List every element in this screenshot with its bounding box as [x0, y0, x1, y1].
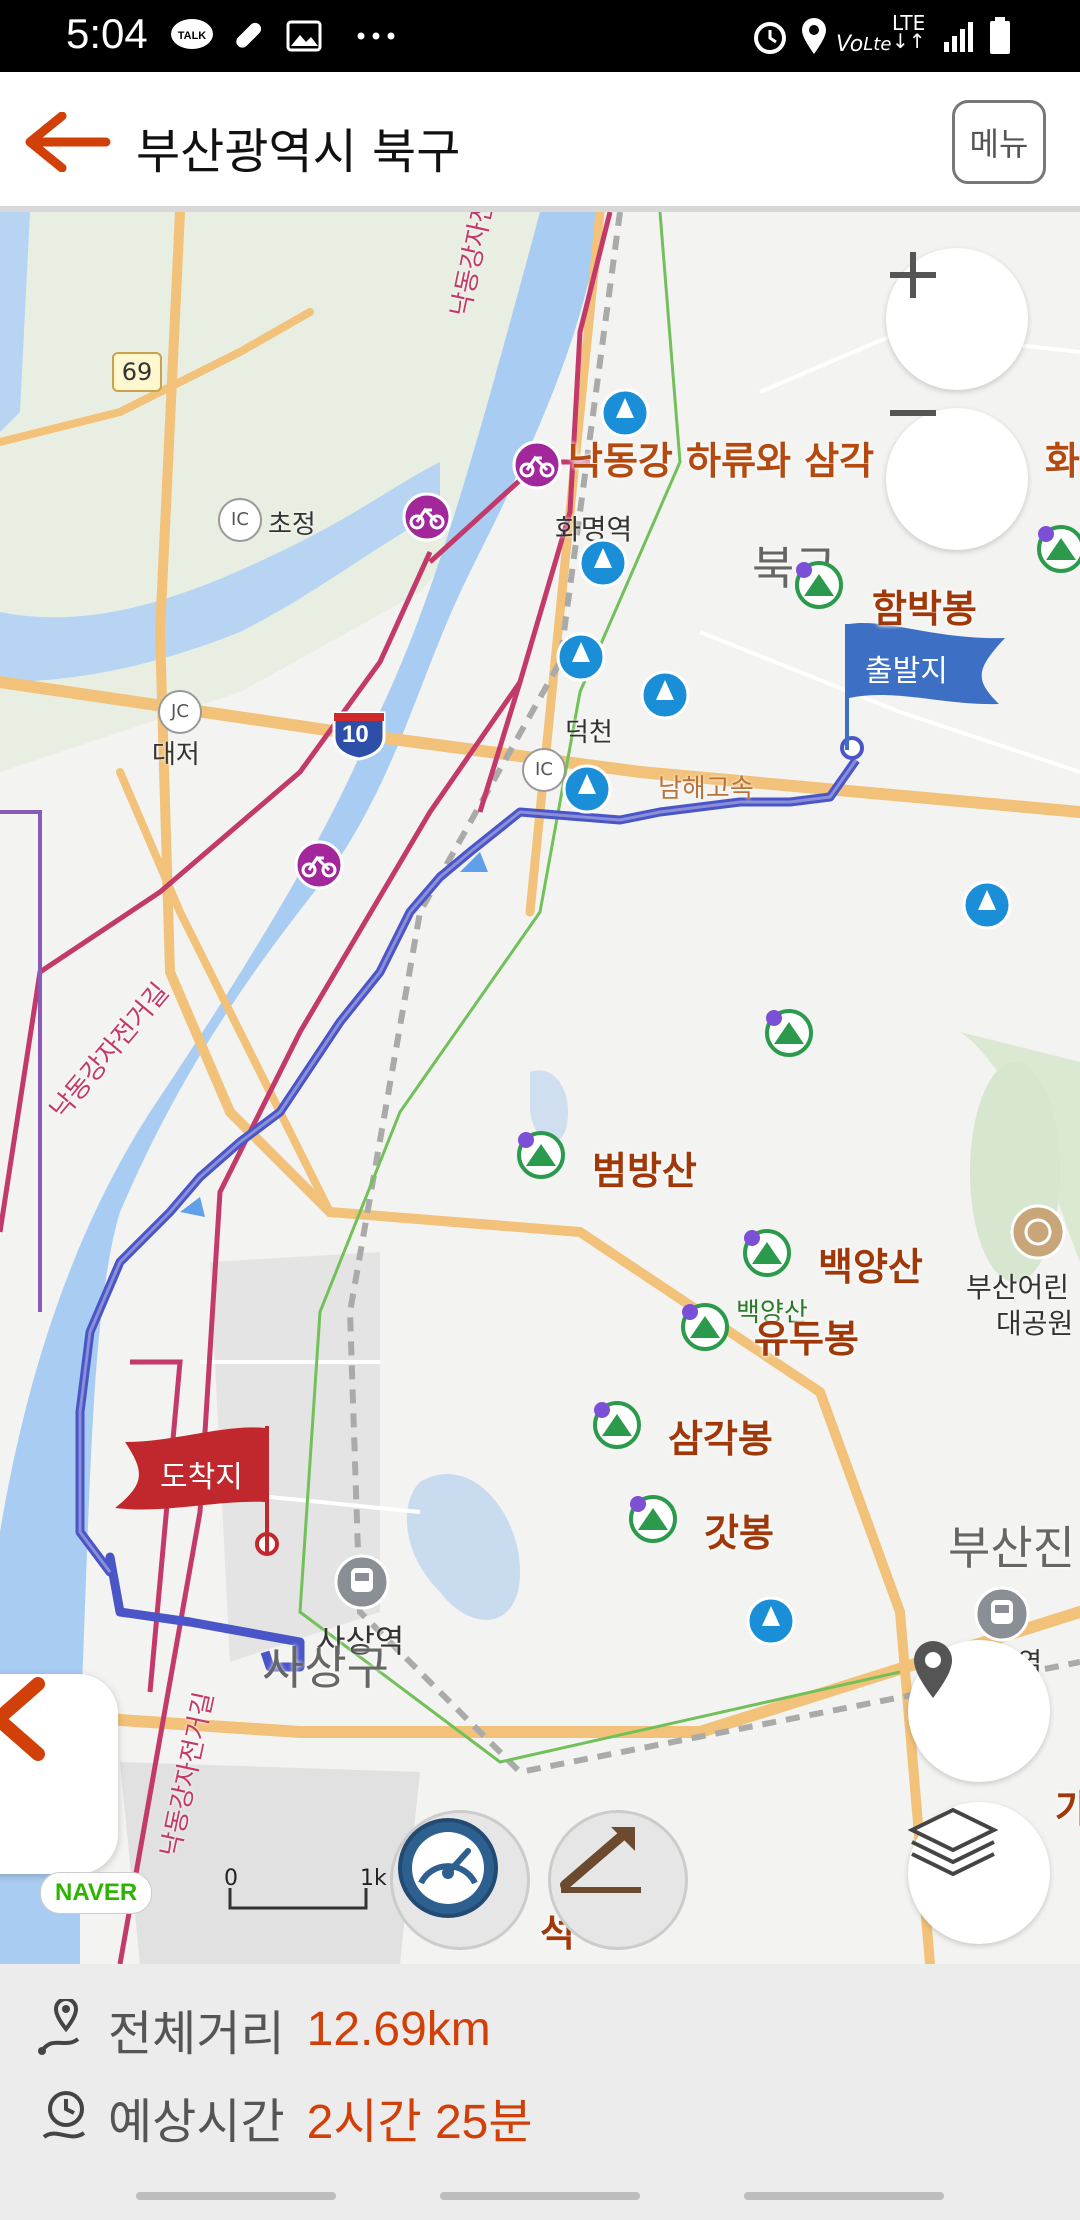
- nav-home[interactable]: [440, 2192, 640, 2200]
- map-label-right-cut: 가: [1055, 1787, 1080, 1831]
- volte-icon: Vo Lte: [836, 31, 892, 57]
- route-map[interactable]: 출발지 도착지 낙동강 하류와 삼각 화 화명역 북구 함박봉 초정 대저 덕천…: [0, 212, 1080, 1964]
- distance-value: 12.69km: [306, 2002, 491, 2056]
- signal-icon: [942, 14, 978, 58]
- jc-icon: JC: [158, 690, 202, 734]
- route-10-number: 10: [342, 721, 369, 748]
- talk-icon: TALK: [170, 14, 214, 58]
- map-label-baekyangsan: 백양산: [818, 1245, 923, 1289]
- lte-icon: LTE ↓↑: [892, 11, 926, 53]
- elevation-button[interactable]: [548, 1810, 688, 1950]
- map-label-yudubong: 유두봉: [754, 1317, 859, 1361]
- map-label-beombangsan: 범방산: [592, 1149, 697, 1193]
- map-label-sasang-gu: 사상구: [262, 1641, 389, 1695]
- status-bar: 5:04 TALK Vo Lte LTE ↓↑: [0, 0, 1080, 72]
- time-label: 예상시간: [108, 2094, 285, 2150]
- map-label-park-1: 부산어린: [966, 1271, 1070, 1304]
- speedometer-button[interactable]: [390, 1810, 530, 1950]
- naver-logo: NAVER: [40, 1872, 153, 1914]
- map-layers-button[interactable]: [908, 1802, 1050, 1944]
- map-label-chojeong: 초정: [268, 510, 316, 540]
- ic-icon: IC: [522, 748, 566, 792]
- map-label-hambakbong: 함박봉: [872, 587, 977, 631]
- route-info-panel: 전체거리 12.69km 예상시간 2시간 25분: [0, 1964, 1080, 2220]
- minus-icon: [890, 410, 936, 416]
- speedometer-icon: [398, 1818, 498, 1918]
- map-label-trail-tail: 화: [1045, 439, 1080, 483]
- route-distance-icon: [38, 1999, 80, 2055]
- scale-one: 1k: [360, 1866, 387, 1891]
- chevron-left-icon: [0, 1677, 45, 1761]
- map-label-ic: 덕천: [565, 718, 613, 748]
- map-label-gatbong: 갓봉: [704, 1511, 774, 1555]
- map-label-busanjin: 부산진: [948, 1521, 1075, 1575]
- route-69-shield: 69: [112, 352, 162, 392]
- svg-text:TALK: TALK: [178, 30, 207, 42]
- page-title: 부산광역시 북구: [136, 124, 461, 180]
- end-flag-label: 도착지: [160, 1460, 243, 1495]
- location-pin-icon: [914, 1641, 952, 1698]
- menu-button[interactable]: 메뉴: [952, 100, 1046, 184]
- plus-icon: [890, 252, 936, 298]
- layers-icon: [908, 1807, 998, 1877]
- map-scale-bar: 0 1k: [224, 1866, 387, 1912]
- scale-zero: 0: [224, 1866, 238, 1891]
- distance-row: 전체거리 12.69km: [36, 1994, 491, 2064]
- elevation-icon: [560, 1827, 641, 1893]
- location-icon: [798, 14, 830, 58]
- distance-label: 전체거리: [108, 2006, 285, 2062]
- nav-back[interactable]: [744, 2192, 944, 2200]
- map-label-namhae: 남해고속: [658, 774, 754, 804]
- my-location-button[interactable]: [908, 1640, 1050, 1782]
- app-header: 부산광역시 북구 메뉴: [0, 72, 1080, 212]
- alarm-icon: [750, 14, 790, 58]
- ic-icon: IC: [218, 498, 262, 542]
- route-10-shield: 10: [330, 707, 388, 761]
- more-icon: [356, 14, 396, 58]
- zoom-out-button[interactable]: [886, 408, 1028, 550]
- status-time: 5:04: [66, 10, 148, 57]
- pill-icon: [230, 14, 266, 58]
- map-label-samgakbong: 삼각봉: [668, 1417, 773, 1461]
- map-label-daejeo: 대저: [152, 740, 200, 770]
- side-panel-toggle[interactable]: [0, 1674, 118, 1874]
- nav-recents[interactable]: [136, 2192, 336, 2200]
- estimated-time-icon: [42, 2091, 86, 2139]
- time-row: 예상시간 2시간 25분: [36, 2082, 533, 2152]
- zoom-in-button[interactable]: [886, 248, 1028, 390]
- map-label-park-2: 대공원: [996, 1307, 1074, 1340]
- time-value: 2시간 25분: [306, 2096, 533, 2149]
- map-label-trail: 낙동강 하류와 삼각: [568, 439, 875, 483]
- battery-icon: [988, 14, 1012, 58]
- image-icon: [286, 14, 322, 58]
- back-arrow-icon[interactable]: [22, 111, 112, 173]
- start-flag-label: 출발지: [865, 654, 948, 689]
